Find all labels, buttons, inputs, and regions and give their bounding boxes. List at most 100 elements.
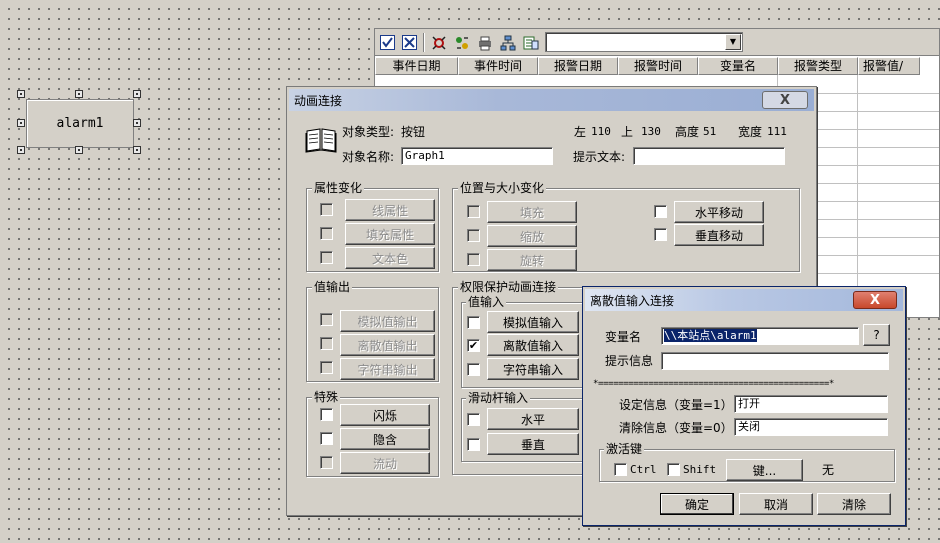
slider-v-checkbox[interactable] bbox=[467, 438, 480, 451]
chevron-down-icon[interactable]: ▼ bbox=[725, 34, 741, 50]
top-label: 上 bbox=[621, 125, 634, 139]
h-move-button[interactable]: 水平移动 bbox=[674, 201, 764, 223]
col-header-event-date[interactable]: 事件日期 bbox=[375, 57, 458, 75]
discrete-output-button[interactable]: 离散值输出 bbox=[340, 334, 435, 356]
slider-v-button[interactable]: 垂直 bbox=[487, 433, 579, 455]
discrete-output-checkbox[interactable] bbox=[320, 337, 333, 350]
height-label: 高度 bbox=[675, 125, 700, 139]
left-value: 110 bbox=[591, 125, 611, 138]
analog-output-checkbox[interactable] bbox=[320, 313, 333, 326]
group-title: 属性变化 bbox=[312, 181, 365, 195]
resize-handle[interactable] bbox=[17, 119, 25, 127]
scale-checkbox[interactable] bbox=[467, 229, 480, 242]
discrete-input-checkbox[interactable]: ✔ bbox=[467, 339, 480, 352]
scale-button[interactable]: 缩放 bbox=[487, 225, 577, 247]
hide-button[interactable]: 隐含 bbox=[340, 428, 430, 450]
export-icon[interactable] bbox=[522, 34, 540, 51]
separator-line: *=======================================… bbox=[593, 379, 834, 389]
blink-checkbox[interactable] bbox=[320, 408, 333, 421]
discrete-input-button[interactable]: 离散值输入 bbox=[487, 334, 579, 356]
shift-checkbox[interactable] bbox=[667, 463, 680, 476]
hide-checkbox[interactable] bbox=[320, 432, 333, 445]
resize-handle[interactable] bbox=[75, 90, 83, 98]
group-title: 位置与大小变化 bbox=[458, 181, 547, 195]
set-info-field[interactable]: 打开 bbox=[734, 395, 888, 413]
resize-handle[interactable] bbox=[17, 146, 25, 154]
fill-button[interactable]: 填充 bbox=[487, 201, 577, 223]
cancel-button[interactable]: 取消 bbox=[739, 493, 813, 515]
text-color-checkbox[interactable] bbox=[320, 251, 333, 264]
check-icon[interactable] bbox=[378, 34, 396, 51]
prompt-field[interactable] bbox=[661, 352, 889, 370]
rotate-button[interactable]: 旋转 bbox=[487, 249, 577, 271]
close-icon[interactable]: X bbox=[853, 291, 897, 309]
string-output-button[interactable]: 字符串输出 bbox=[340, 358, 435, 380]
resize-handle[interactable] bbox=[133, 90, 141, 98]
col-header-event-time[interactable]: 事件时间 bbox=[458, 57, 538, 75]
object-type-value: 按钮 bbox=[401, 125, 426, 139]
clear-info-label: 清除信息（变量=0） bbox=[619, 421, 733, 435]
dialog-titlebar: 动画连接 X bbox=[289, 89, 814, 111]
width-value: 111 bbox=[767, 125, 787, 138]
v-move-button[interactable]: 垂直移动 bbox=[674, 224, 764, 246]
canvas-button-label: alarm1 bbox=[56, 116, 104, 131]
group-title: 特殊 bbox=[312, 390, 341, 404]
col-header-alarm-value[interactable]: 报警值/ bbox=[858, 57, 920, 75]
slider-h-button[interactable]: 水平 bbox=[487, 408, 579, 430]
flow-checkbox[interactable] bbox=[320, 456, 333, 469]
print-icon[interactable] bbox=[476, 34, 494, 51]
string-input-button[interactable]: 字符串输入 bbox=[487, 358, 579, 380]
rotate-checkbox[interactable] bbox=[467, 253, 480, 266]
v-move-checkbox[interactable] bbox=[654, 228, 667, 241]
alarm-filter-combo[interactable]: ▼ bbox=[545, 32, 743, 52]
col-header-variable[interactable]: 变量名 bbox=[698, 57, 778, 75]
col-header-alarm-time[interactable]: 报警时间 bbox=[618, 57, 698, 75]
tip-text-field[interactable] bbox=[633, 147, 785, 165]
special-group: 特殊 闪烁 隐含 流动 bbox=[306, 390, 439, 477]
var-name-field[interactable]: \\本站点\alarm1 bbox=[661, 327, 859, 345]
analog-output-button[interactable]: 模拟值输出 bbox=[340, 310, 435, 332]
group-title: 权限保护动画连接 bbox=[458, 280, 559, 294]
group-title: 激活键 bbox=[604, 442, 645, 456]
line-attr-checkbox[interactable] bbox=[320, 203, 333, 216]
resize-handle[interactable] bbox=[17, 90, 25, 98]
ctrl-checkbox[interactable] bbox=[614, 463, 627, 476]
clear-info-field[interactable]: 关闭 bbox=[734, 418, 888, 436]
ok-button[interactable]: 确定 bbox=[660, 493, 734, 515]
clear-button[interactable]: 清除 bbox=[817, 493, 891, 515]
analog-input-button[interactable]: 模拟值输入 bbox=[487, 311, 579, 333]
key-button[interactable]: 键... bbox=[726, 459, 803, 481]
string-input-checkbox[interactable] bbox=[467, 363, 480, 376]
text-color-button[interactable]: 文本色 bbox=[345, 247, 435, 269]
slider-h-checkbox[interactable] bbox=[467, 413, 480, 426]
browse-button[interactable]: ? bbox=[863, 324, 890, 346]
book-icon bbox=[305, 127, 337, 156]
group-title: 值输出 bbox=[312, 280, 353, 294]
sort-icon[interactable] bbox=[453, 34, 471, 51]
group-title: 值输入 bbox=[466, 295, 507, 309]
resize-handle[interactable] bbox=[75, 146, 83, 154]
width-label: 宽度 bbox=[738, 125, 763, 139]
h-move-checkbox[interactable] bbox=[654, 205, 667, 218]
col-header-alarm-date[interactable]: 报警日期 bbox=[538, 57, 618, 75]
close-icon[interactable]: X bbox=[762, 91, 808, 109]
var-name-value: \\本站点\alarm1 bbox=[664, 329, 757, 342]
resize-handle[interactable] bbox=[133, 146, 141, 154]
canvas-button-object[interactable]: alarm1 bbox=[26, 99, 134, 148]
analog-input-checkbox[interactable] bbox=[467, 316, 480, 329]
line-attr-button[interactable]: 线属性 bbox=[345, 199, 435, 221]
object-name-field[interactable]: Graph1 bbox=[401, 147, 553, 165]
string-output-checkbox[interactable] bbox=[320, 361, 333, 374]
uncheck-icon[interactable] bbox=[400, 34, 418, 51]
flow-button[interactable]: 流动 bbox=[340, 452, 430, 474]
filter-icon[interactable] bbox=[430, 34, 448, 51]
pos-size-group: 位置与大小变化 填充 缩放 旋转 水平移动 垂直移动 bbox=[452, 181, 800, 272]
fill-checkbox[interactable] bbox=[467, 205, 480, 218]
fill-attr-checkbox[interactable] bbox=[320, 227, 333, 240]
set-info-label: 设定信息（变量=1） bbox=[619, 398, 733, 412]
network-icon[interactable] bbox=[499, 34, 517, 51]
blink-button[interactable]: 闪烁 bbox=[340, 404, 430, 426]
resize-handle[interactable] bbox=[133, 119, 141, 127]
col-header-alarm-type[interactable]: 报警类型 bbox=[778, 57, 858, 75]
fill-attr-button[interactable]: 填充属性 bbox=[345, 223, 435, 245]
